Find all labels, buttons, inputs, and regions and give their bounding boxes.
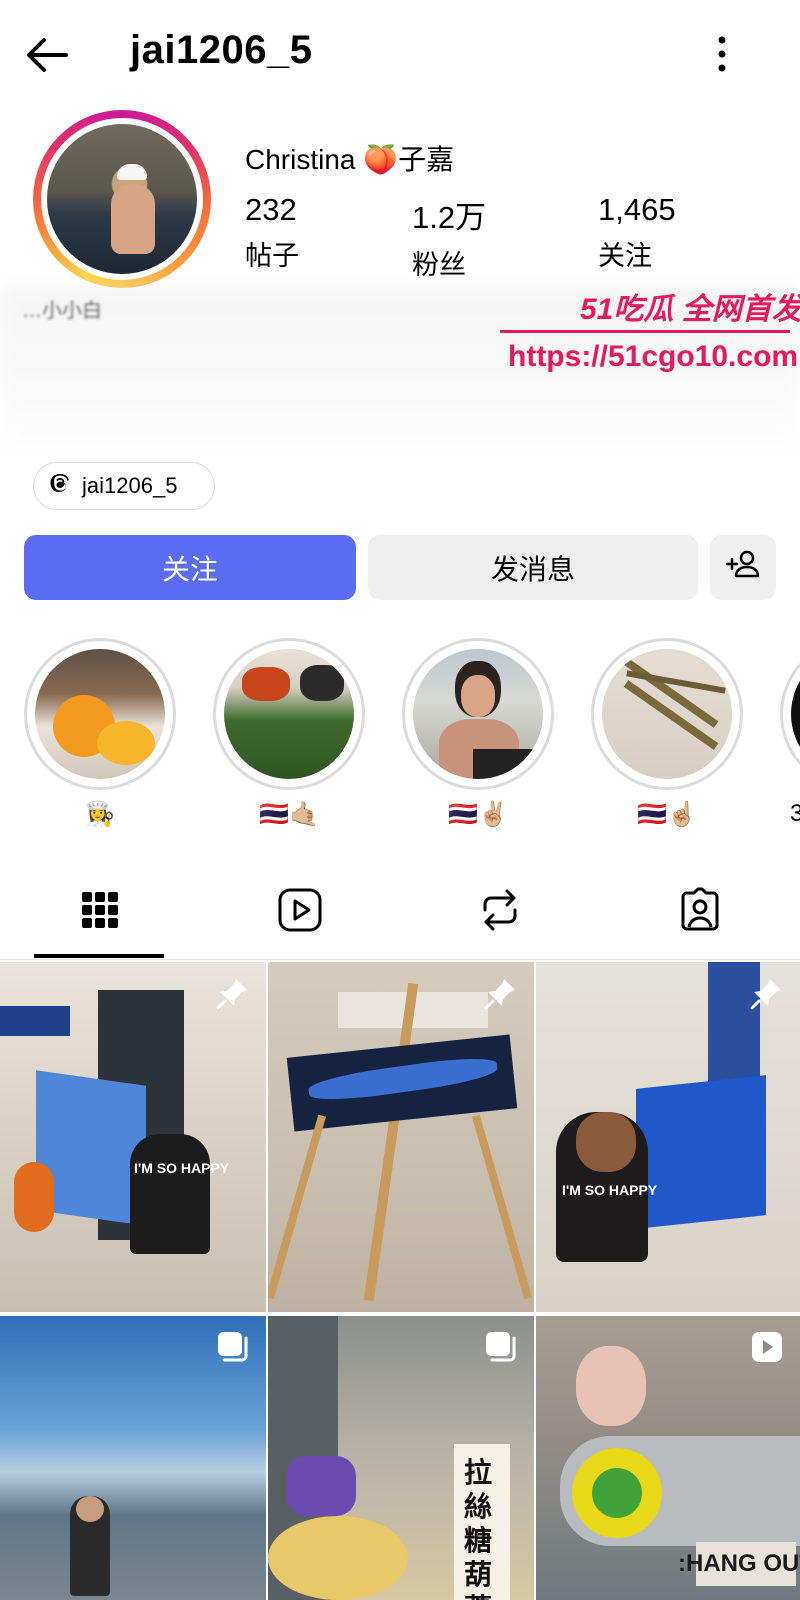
watermark-title: 51吃瓜 全网首发 [580,293,800,326]
post-thumbnail[interactable]: :HANG OUT [536,1316,800,1600]
stat-following[interactable]: 1,465 关注 [598,192,676,273]
highlight-item[interactable]: 🇹🇭🤙🏼 [213,638,365,830]
threads-handle: jai1206_5 [82,473,178,498]
stat-followers[interactable]: 1.2万 粉丝 [412,192,486,282]
post-thumbnail[interactable]: 拉絲糖葫蘆 [268,1316,534,1600]
highlight-item[interactable]: 🇹🇭✌🏼 [402,638,554,830]
highlight-cover [224,649,354,779]
highlight-item[interactable]: 👩‍🍳 [24,638,176,830]
highlight-label: 👩‍🍳 [85,801,115,828]
active-tab-indicator [34,954,164,958]
stat-value: 1.2万 [412,200,487,235]
stat-value: 1,465 [598,192,676,227]
pin-icon [216,976,250,1010]
highlight-label: 🇹🇭✌🏼 [448,801,508,828]
follow-button-label: 关注 [161,553,218,585]
add-user-icon [725,549,761,586]
watermark: 51吃瓜 全网首发 https://51cgo10.com [500,284,800,384]
kebab-menu-icon[interactable] [712,34,732,74]
profile-tabs [0,870,800,960]
threads-link[interactable]: jai1206_5 [33,462,215,510]
tagged-icon [677,887,723,938]
tab-posts[interactable] [70,882,130,942]
stat-label: 粉丝 [412,250,466,280]
post-thumbnail[interactable]: I'M SO HAPPY [0,962,266,1312]
reels-icon [277,887,323,938]
story-ring[interactable] [33,110,211,288]
avatar [47,124,197,274]
add-user-button[interactable] [710,535,776,600]
message-button-label: 发消息 [490,553,575,585]
pin-icon [484,976,518,1010]
bio-text: …小小白 [22,300,102,322]
post-overlay-text: I'M SO HAPPY [134,1160,230,1176]
highlight-label: 🇹🇭🤙🏼 [259,801,319,828]
post-thumbnail[interactable]: I'M SO HAPPY [536,962,800,1312]
carousel-icon [484,1330,518,1364]
follow-button[interactable]: 关注 [24,535,356,600]
reel-icon [750,1330,784,1364]
highlight-item[interactable]: 3 [780,638,800,830]
highlight-cover [35,649,165,779]
display-name: Christina 🍑子嘉 [245,144,455,175]
watermark-url: https://51cgo10.com [508,340,799,373]
highlight-item[interactable]: 🇹🇭☝🏼 [591,638,743,830]
stat-posts[interactable]: 232 帖子 [245,192,299,273]
stat-label: 关注 [598,241,652,271]
repost-icon [479,888,521,937]
top-bar: jai1206_5 [0,0,800,110]
post-overlay-text: I'M SO HAPPY [562,1182,658,1198]
stat-label: 帖子 [245,241,299,271]
tab-reposts[interactable] [470,882,530,942]
watermark-divider [500,330,790,333]
arrow-left-icon[interactable] [22,30,72,80]
post-overlay-text: 拉絲糖葫蘆 [464,1457,493,1600]
post-thumbnail[interactable] [268,962,534,1312]
grid-icon [80,890,120,935]
highlight-label: 🇹🇭☝🏼 [637,801,697,828]
threads-icon [48,471,72,501]
tab-reels[interactable] [270,882,330,942]
profile-username: jai1206_5 [130,28,313,72]
message-button[interactable]: 发消息 [368,535,698,600]
carousel-icon [216,1330,250,1364]
stat-value: 232 [245,192,297,227]
tab-tagged[interactable] [670,882,730,942]
highlight-cover [791,649,800,779]
post-thumbnail[interactable] [0,1316,266,1600]
highlight-cover [413,649,543,779]
highlight-cover [602,649,732,779]
highlight-label: 3 [790,800,800,827]
post-overlay-text: :HANG OUT [678,1542,800,1586]
pin-icon [750,976,784,1010]
